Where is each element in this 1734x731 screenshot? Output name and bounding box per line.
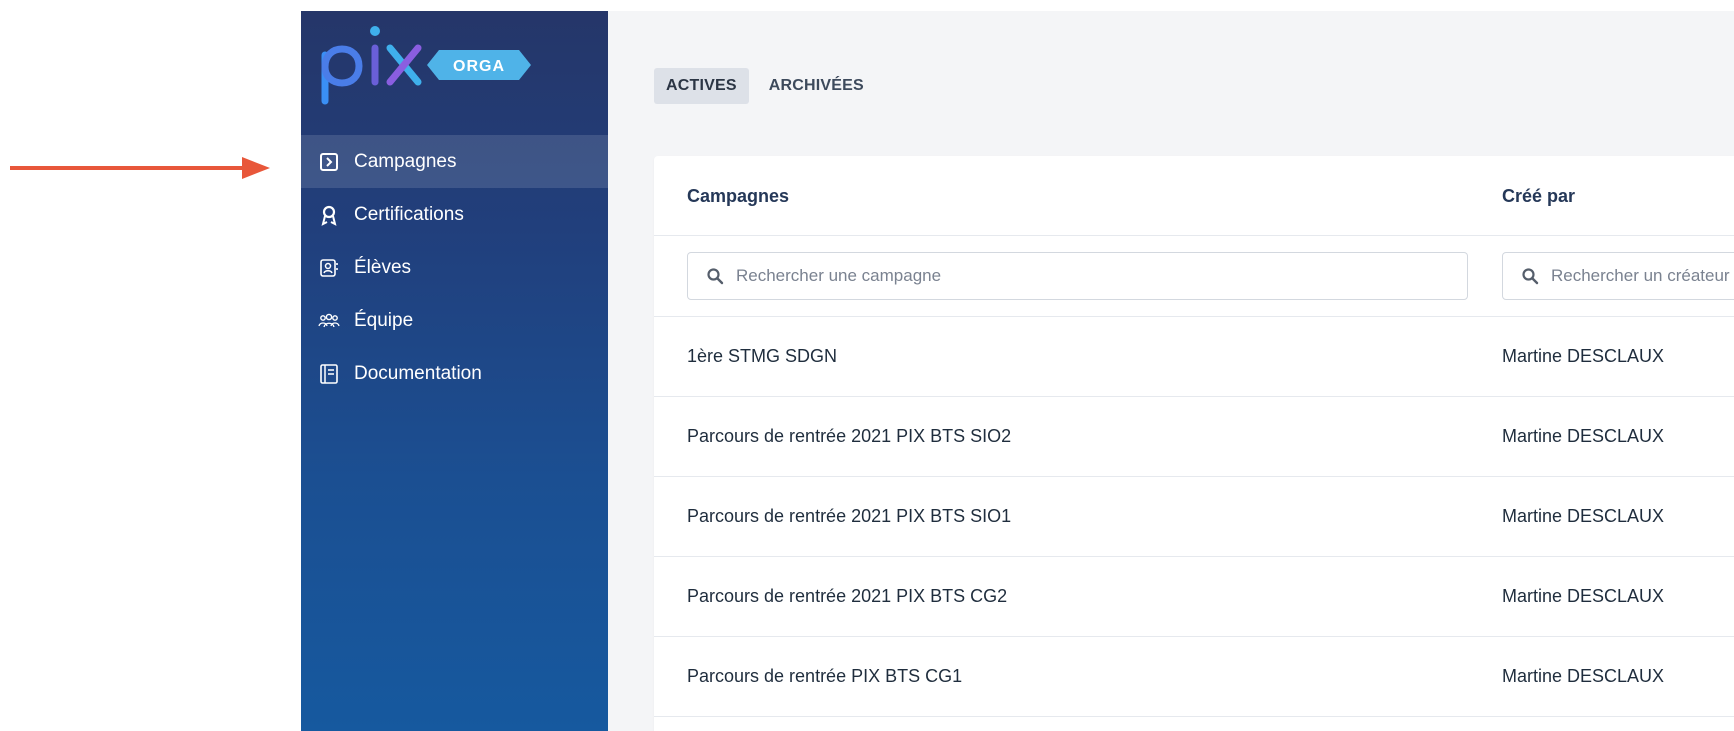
column-header-cree-par[interactable]: Créé par bbox=[1502, 186, 1575, 207]
sidebar-item-eleves[interactable]: Élèves bbox=[301, 241, 608, 294]
screen: ORGA Campagnes Certifications Élèves Équ… bbox=[0, 0, 1734, 731]
sidebar-item-label: Campagnes bbox=[354, 150, 457, 172]
annotation-arrow-icon bbox=[10, 157, 270, 179]
table-row[interactable]: Parcours de rentrée PIX BTS CG1 Martine … bbox=[654, 637, 1734, 717]
sidebar-item-label: Équipe bbox=[354, 309, 414, 331]
campaign-name: Parcours de rentrée 2021 PIX BTS SIO2 bbox=[687, 426, 1012, 446]
campaign-search-field[interactable] bbox=[687, 252, 1468, 300]
campaigns-table: Campagnes Créé par 1ère STMG SDGN Martin… bbox=[654, 156, 1734, 731]
table-filters bbox=[654, 236, 1734, 317]
table-row[interactable]: Parcours de rentrée 2021 PIX BTS SIO2 Ma… bbox=[654, 397, 1734, 477]
table-body: 1ère STMG SDGN Martine DESCLAUX Parcours… bbox=[654, 317, 1734, 717]
logo-graphic: ORGA bbox=[321, 26, 531, 105]
table-row[interactable]: Parcours de rentrée 2021 PIX BTS CG2 Mar… bbox=[654, 557, 1734, 637]
search-icon bbox=[1522, 268, 1539, 285]
campaign-search-input[interactable] bbox=[736, 266, 1467, 286]
sidebar-item-certifications[interactable]: Certifications bbox=[301, 188, 608, 241]
campaign-creator: Martine DESCLAUX bbox=[1502, 426, 1665, 446]
campaign-icon bbox=[318, 151, 340, 173]
sidebar: ORGA Campagnes Certifications Élèves Équ… bbox=[301, 11, 608, 731]
documentation-icon bbox=[318, 363, 340, 385]
sidebar-item-campagnes[interactable]: Campagnes bbox=[301, 135, 608, 188]
pix-orga-logo[interactable]: ORGA bbox=[311, 15, 541, 115]
sidebar-item-equipe[interactable]: Équipe bbox=[301, 294, 608, 347]
campaign-tabs: ACTIVES ARCHIVÉES bbox=[654, 68, 876, 104]
table-row[interactable]: Parcours de rentrée 2021 PIX BTS SIO1 Ma… bbox=[654, 477, 1734, 557]
column-header-campagnes[interactable]: Campagnes bbox=[687, 186, 789, 207]
svg-text:ORGA: ORGA bbox=[453, 58, 505, 75]
campaign-creator: Martine DESCLAUX bbox=[1502, 506, 1665, 526]
table-row[interactable]: 1ère STMG SDGN Martine DESCLAUX bbox=[654, 317, 1734, 397]
creator-search-field[interactable] bbox=[1502, 252, 1734, 300]
students-icon bbox=[318, 257, 340, 279]
sidebar-nav: Campagnes Certifications Élèves Équipe D… bbox=[301, 135, 608, 400]
sidebar-item-documentation[interactable]: Documentation bbox=[301, 347, 608, 400]
campaign-creator: Martine DESCLAUX bbox=[1502, 666, 1665, 686]
tab-actives[interactable]: ACTIVES bbox=[654, 68, 749, 104]
main-content: ACTIVES ARCHIVÉES Campagnes Créé par Rec… bbox=[608, 11, 1734, 731]
sidebar-item-label: Certifications bbox=[354, 203, 464, 225]
tab-archivees[interactable]: ARCHIVÉES bbox=[757, 68, 876, 104]
campaign-creator: Martine DESCLAUX bbox=[1502, 586, 1665, 606]
campaign-name: Parcours de rentrée 2021 PIX BTS SIO1 bbox=[687, 506, 1012, 526]
search-icon bbox=[707, 268, 724, 285]
campaign-name: Parcours de rentrée 2021 PIX BTS CG2 bbox=[687, 586, 1008, 606]
campaign-name: Parcours de rentrée PIX BTS CG1 bbox=[687, 666, 963, 686]
sidebar-item-label: Élèves bbox=[354, 256, 412, 278]
campaign-name: 1ère STMG SDGN bbox=[687, 346, 838, 366]
creator-search-input[interactable] bbox=[1551, 266, 1734, 286]
certification-icon bbox=[318, 204, 340, 226]
sidebar-item-label: Documentation bbox=[354, 362, 482, 384]
campaign-creator: Martine DESCLAUX bbox=[1502, 346, 1665, 366]
table-header: Campagnes Créé par bbox=[654, 156, 1734, 236]
team-icon bbox=[318, 310, 340, 332]
